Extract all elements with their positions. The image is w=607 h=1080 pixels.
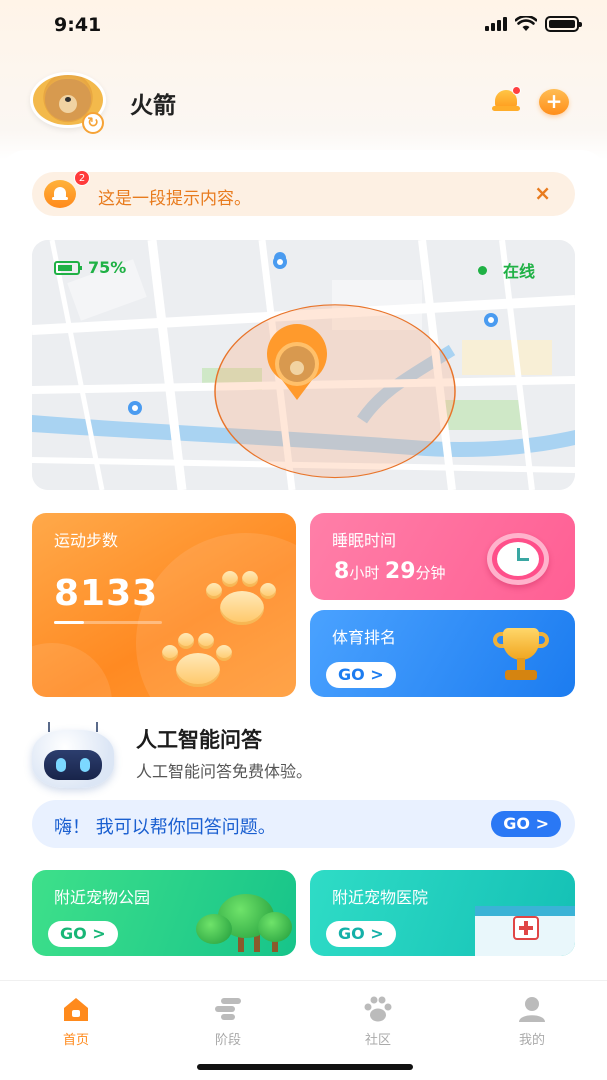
hospital-roof: [475, 906, 575, 916]
notification-bell-icon[interactable]: [491, 86, 521, 116]
notice-count-badge: 2: [74, 170, 90, 186]
sleep-hours-unit: 小时: [349, 564, 380, 582]
pet-name: 火箭: [130, 93, 176, 119]
steps-value: 8133: [54, 573, 159, 614]
status-icons: [485, 16, 582, 32]
online-status: 在线: [477, 258, 535, 282]
hospital-cross-icon: [513, 916, 539, 940]
notice-bell-icon: [44, 180, 76, 208]
ranking-title: 体育排名: [332, 628, 397, 647]
pet-hospital-card[interactable]: 附近宠物医院 GO >: [310, 870, 575, 956]
location-map[interactable]: 75% 在线: [32, 240, 575, 490]
tab-home[interactable]: 首页: [36, 995, 116, 1048]
battery-level-icon: [54, 260, 82, 275]
unread-dot: [512, 86, 521, 95]
tab-community-label: 社区: [364, 1033, 391, 1048]
ai-chat-bar[interactable]: 嗨！ 我可以帮你回答问题。 GO >: [32, 800, 575, 848]
sleep-minutes: 29: [384, 559, 416, 584]
clock-icon: [487, 533, 549, 585]
steps-card[interactable]: 运动步数 8133: [32, 513, 296, 697]
close-icon[interactable]: ×: [534, 181, 551, 205]
online-text: 在线: [502, 262, 535, 281]
cellular-signal-icon: [485, 17, 507, 31]
battery-icon: [545, 16, 582, 32]
status-time: 9:41: [54, 14, 102, 36]
tab-home-label: 首页: [62, 1033, 89, 1048]
tab-profile-label: 我的: [518, 1033, 545, 1048]
home-indicator: [197, 1064, 413, 1070]
tab-community[interactable]: 社区: [338, 995, 418, 1048]
ai-section-subtitle: 人工智能问答免费体验。: [136, 762, 313, 781]
device-battery: 75%: [54, 258, 126, 277]
ai-chat-prompt: 嗨！ 我可以帮你回答问题。: [54, 817, 276, 838]
pet-park-go-button[interactable]: GO >: [48, 921, 118, 947]
robot-icon: [32, 722, 114, 790]
sleep-card[interactable]: 睡眠时间 8小时 29分钟: [310, 513, 575, 600]
pet-hospital-go-button[interactable]: GO >: [326, 921, 396, 947]
home-icon: [61, 995, 91, 1023]
paw-icon: [204, 569, 278, 629]
notice-bar[interactable]: 2 这是一段提示内容。 ×: [32, 170, 575, 216]
ranking-go-button[interactable]: GO >: [326, 662, 396, 688]
header: ↻ 火箭 +: [30, 72, 577, 134]
paw-icon: [363, 995, 393, 1023]
tab-profile[interactable]: 我的: [492, 995, 572, 1048]
battery-percent: 75%: [88, 258, 127, 277]
steps-title: 运动步数: [54, 531, 119, 550]
add-icon[interactable]: +: [539, 89, 569, 115]
tab-stages[interactable]: 阶段: [188, 995, 268, 1048]
trophy-icon: [493, 628, 549, 686]
sleep-value: 8小时 29分钟: [334, 559, 446, 584]
sleep-title: 睡眠时间: [332, 531, 397, 550]
paw-icon: [160, 631, 234, 691]
switch-pet-icon[interactable]: ↻: [82, 112, 104, 134]
status-bar: 9:41: [0, 0, 607, 50]
steps-progress: [54, 621, 162, 624]
user-icon: [517, 995, 547, 1023]
online-dot-icon: [477, 265, 487, 275]
stages-icon: [213, 995, 243, 1023]
ai-go-button[interactable]: GO >: [491, 811, 561, 837]
avatar[interactable]: ↻: [30, 72, 108, 134]
sleep-minutes-unit: 分钟: [415, 564, 446, 582]
notice-text: 这是一段提示内容。: [98, 189, 251, 209]
pet-park-card[interactable]: 附近宠物公园 GO >: [32, 870, 296, 956]
pet-park-title: 附近宠物公园: [54, 888, 151, 907]
sleep-hours: 8: [334, 559, 350, 584]
ranking-card[interactable]: 体育排名 GO >: [310, 610, 575, 697]
tab-stages-label: 阶段: [214, 1033, 241, 1048]
ai-section-title: 人工智能问答: [136, 728, 262, 752]
wifi-icon: [515, 16, 537, 31]
pet-hospital-title: 附近宠物医院: [332, 888, 429, 907]
